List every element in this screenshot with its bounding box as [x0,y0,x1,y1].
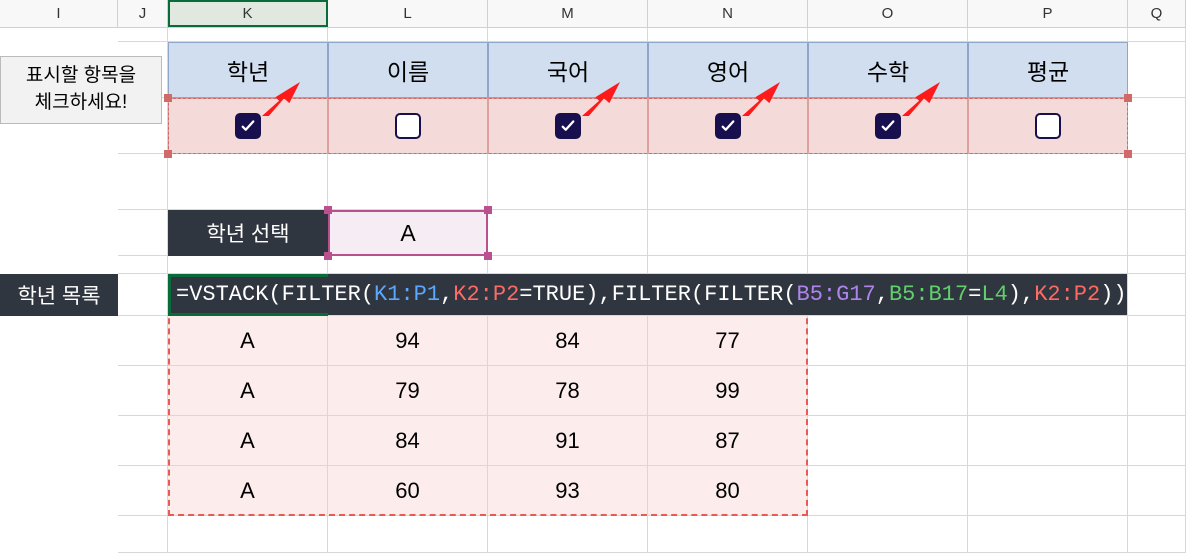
check-icon [555,113,581,139]
col-header-n[interactable]: N [648,0,808,27]
result-cell[interactable]: 84 [328,416,488,466]
result-cell[interactable]: A [168,316,328,366]
result-cell[interactable]: 93 [488,466,648,516]
checkbox-grade[interactable] [168,98,328,154]
formula-text: =VSTACK(FILTER( [176,282,374,307]
header-english[interactable]: 영어 [648,42,808,98]
uncheck-icon [395,113,421,139]
col-header-p[interactable]: P [968,0,1128,27]
formula-cell[interactable]: =VSTACK(FILTER( K1:P1 , K2:P2 =TRUE ),FI… [168,274,1128,316]
header-avg[interactable]: 평균 [968,42,1128,98]
header-name[interactable]: 이름 [328,42,488,98]
col-header-k[interactable]: K [168,0,328,27]
col-header-j[interactable]: J [118,0,168,27]
col-header-o[interactable]: O [808,0,968,27]
formula-range-k2p2: K2:P2 [453,282,519,307]
result-cell[interactable]: 77 [648,316,808,366]
col-header-i[interactable]: I [0,0,118,27]
check-icon [235,113,261,139]
check-icon [715,113,741,139]
checkbox-math[interactable] [808,98,968,154]
col-header-q[interactable]: Q [1128,0,1186,27]
grade-select-label: 학년 선택 [168,210,328,256]
uncheck-icon [1035,113,1061,139]
result-cell[interactable]: 60 [328,466,488,516]
formula-range-k1p1: K1:P1 [374,282,440,307]
result-cell[interactable]: 99 [648,366,808,416]
checkbox-korean[interactable] [488,98,648,154]
list-label: 학년 목록 [0,274,118,316]
result-cell[interactable]: 91 [488,416,648,466]
result-cell[interactable]: 80 [648,466,808,516]
header-math[interactable]: 수학 [808,42,968,98]
checkbox-name[interactable] [328,98,488,154]
header-grade[interactable]: 학년 [168,42,328,98]
result-cell[interactable]: 79 [328,366,488,416]
header-korean[interactable]: 국어 [488,42,648,98]
instruction-text: 표시할 항목을 체크하세요! [26,63,136,116]
result-cell[interactable]: 78 [488,366,648,416]
grade-select-value[interactable]: A [328,210,488,256]
checkbox-avg[interactable] [968,98,1128,154]
result-cell[interactable]: 84 [488,316,648,366]
formula-range-b5b17: B5:B17 [889,282,968,307]
formula-range-k2p2-2: K2:P2 [1034,282,1100,307]
column-header-row: I J K L M N O P Q [0,0,1186,28]
result-cell[interactable]: A [168,416,328,466]
checkbox-row [0,98,1186,154]
result-cell[interactable]: A [168,466,328,516]
result-cell[interactable]: 94 [328,316,488,366]
result-cell[interactable]: A [168,366,328,416]
check-icon [875,113,901,139]
result-cell[interactable]: 87 [648,416,808,466]
formula-range-b5g17: B5:G17 [797,282,876,307]
col-header-m[interactable]: M [488,0,648,27]
checkbox-english[interactable] [648,98,808,154]
col-header-l[interactable]: L [328,0,488,27]
instruction-callout: 표시할 항목을 체크하세요! [0,56,162,124]
